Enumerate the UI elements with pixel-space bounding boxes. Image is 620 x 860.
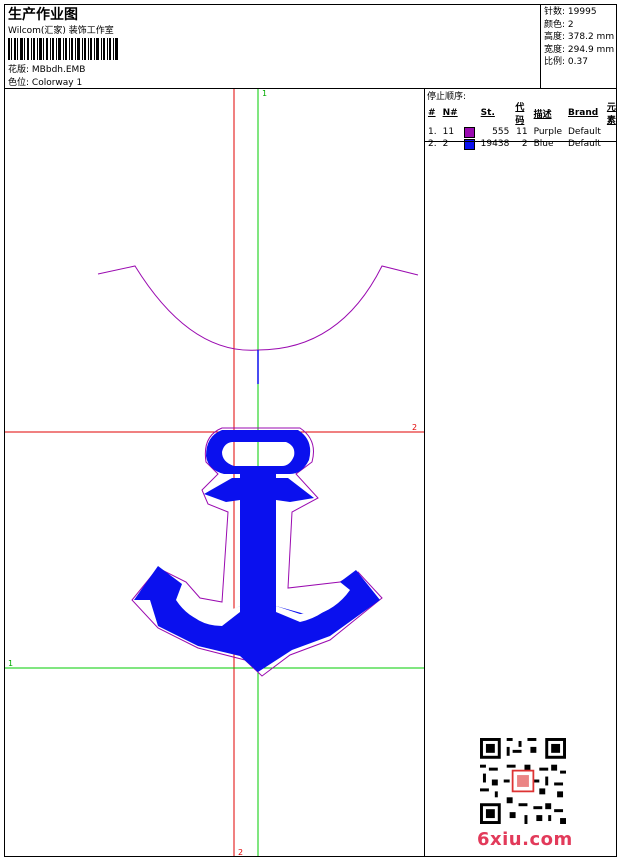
guide-label-green-v: 1 [262,89,267,98]
panel-divider [424,89,425,856]
stat-height: 高度: 378.2 mm [544,32,615,42]
barcode [8,38,118,60]
stat-stitches: 针数: 19995 [544,7,597,17]
colorway-value: Colorway 1 [31,78,83,88]
colorway-row: 色位: Colorway 1 [8,75,82,88]
col-code: 代码 [515,103,525,126]
stat-width: 宽度: 294.9 mm [544,44,615,55]
col-brand: Brand [568,108,599,118]
color-swatch [463,126,475,138]
stats-panel: 针数: 19995 颜色: 2 高度: 378.2 mm 宽度: 294.9 m… [544,6,614,69]
design-label: 花版: [8,65,30,75]
col-index: # [428,108,436,118]
table-row: 1. 11 555 11 Purple Default [428,126,601,138]
table-divider [424,141,617,142]
guide-label-green-h: 1 [8,659,13,668]
stats-divider [540,4,541,89]
stat-colors: 颜色: 2 [544,19,574,30]
watermark-site: 6xiu.com [477,829,573,850]
colorway-label: 色位: [8,78,30,88]
guide-label-red-v: 2 [238,848,243,856]
col-needle: N# [442,108,458,118]
table-header: # N# St. 代码 描述 Brand 元素 [425,100,620,126]
studio-name: Wilcom(汇家) 装饰工作室 [8,26,114,36]
guide-label-red-h: 2 [412,423,417,432]
col-stitches: St. [480,108,495,118]
embroidery-preview: 1 1 2 2 [5,89,424,856]
anchor-fill [134,430,380,672]
stat-scale: 比例: 0.37 [544,57,588,67]
col-desc: 描述 [533,109,552,120]
qr-code [480,738,566,824]
table-row: 2. 2 19438 2 Blue Default [428,138,601,150]
stop-sequence-table: # N# St. 代码 描述 Brand 元素 1. 11 555 11 Pur… [425,100,620,150]
design-row: 花版: MBbdh.EMB [8,62,85,75]
design-filename: MBbdh.EMB [31,65,86,75]
page-title: 生产作业图 [8,7,78,23]
col-element: 元素 [606,103,616,126]
